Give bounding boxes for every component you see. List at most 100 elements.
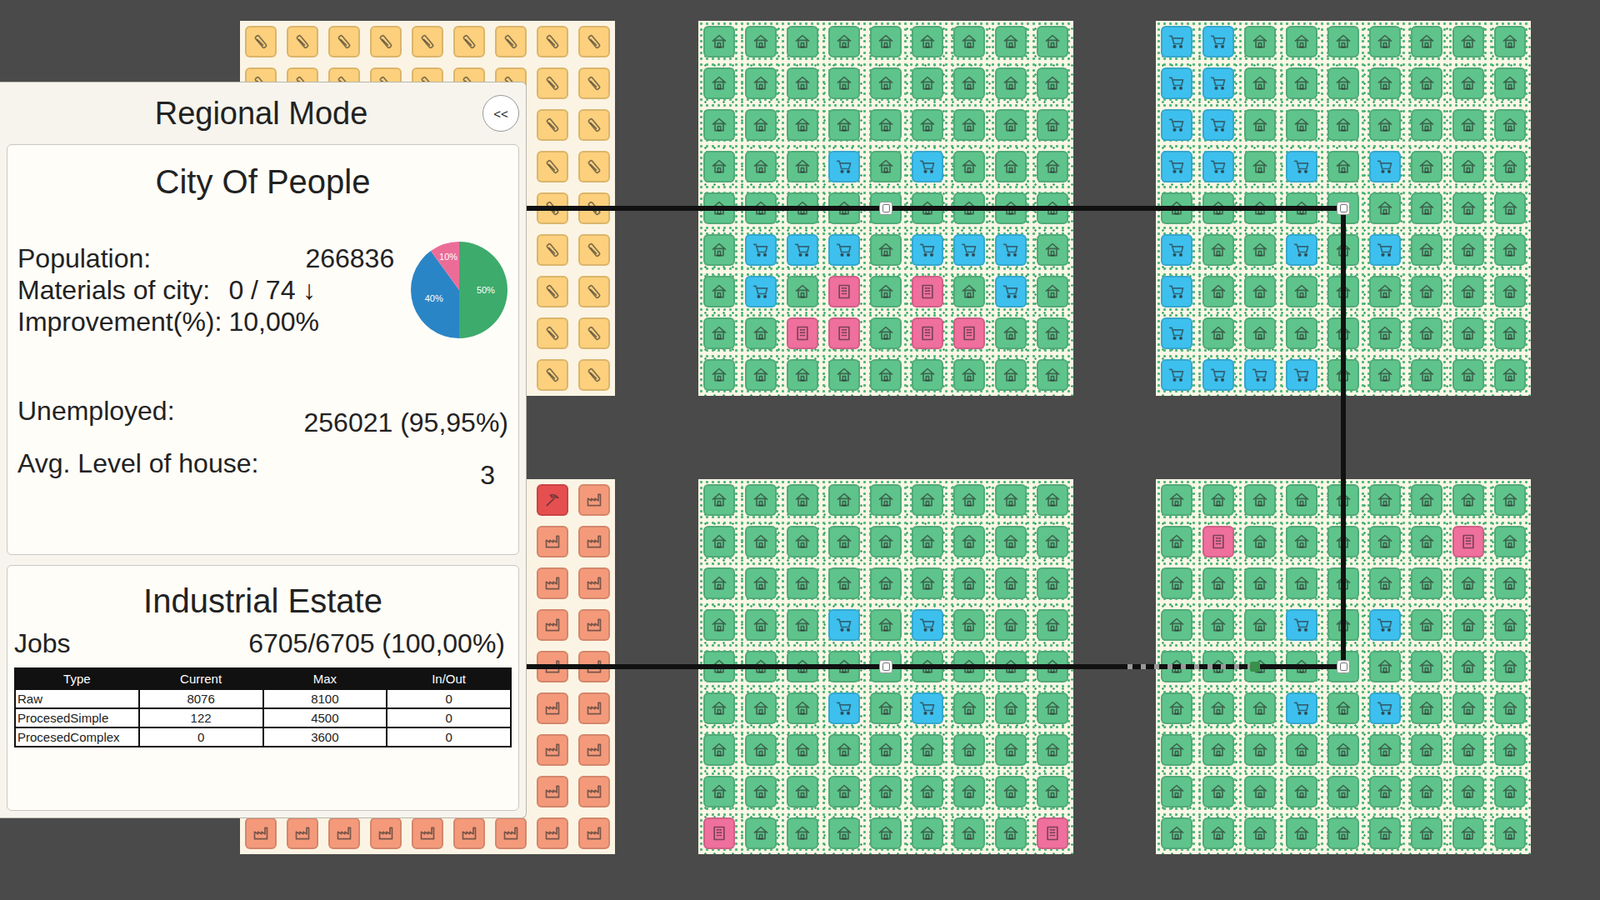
house-tile[interactable] [1285,317,1318,350]
station-icon[interactable] [879,201,893,215]
shop-tile[interactable] [745,275,777,308]
house-tile[interactable] [1369,734,1401,766]
house-tile[interactable] [995,525,1027,558]
house-tile[interactable] [1410,775,1443,808]
house-tile[interactable] [1036,67,1069,100]
shop-tile[interactable] [828,692,860,725]
house-tile[interactable] [745,734,777,766]
house-tile[interactable] [703,67,735,100]
house-tile[interactable] [786,775,819,808]
house-tile[interactable] [1285,484,1318,516]
house-tile[interactable] [1202,734,1235,766]
house-tile[interactable] [786,567,819,600]
shop-tile[interactable] [1285,609,1318,641]
resource-tile[interactable] [245,25,277,58]
house-tile[interactable] [1244,234,1276,266]
house-tile[interactable] [1410,650,1443,683]
house-tile[interactable] [870,25,902,58]
house-tile[interactable] [1410,109,1443,141]
factory-tile[interactable] [536,775,569,808]
house-tile[interactable] [1036,484,1069,516]
house-tile[interactable] [1494,275,1526,308]
house-tile[interactable] [703,734,735,766]
house-tile[interactable] [786,109,819,141]
house-tile[interactable] [1494,192,1526,225]
house-tile[interactable] [1369,484,1401,516]
shop-tile[interactable] [1202,109,1235,141]
shop-tile[interactable] [1160,25,1193,58]
house-tile[interactable] [911,359,944,391]
house-tile[interactable] [745,817,777,850]
house-tile[interactable] [1202,692,1235,725]
house-tile[interactable] [1327,25,1360,58]
resource-tile[interactable] [495,25,527,58]
house-tile[interactable] [1369,359,1401,391]
shop-tile[interactable] [1285,359,1318,391]
resource-tile[interactable] [578,109,610,141]
factory-tile[interactable] [578,525,610,558]
resource-tile[interactable] [536,234,569,266]
house-tile[interactable] [1410,275,1443,308]
mine-tile[interactable] [536,484,569,516]
house-tile[interactable] [911,775,944,808]
house-tile[interactable] [1452,67,1485,100]
shop-tile[interactable] [1202,150,1235,183]
house-tile[interactable] [1452,109,1485,141]
house-tile[interactable] [786,359,819,391]
resource-tile[interactable] [578,317,610,350]
house-tile[interactable] [828,359,860,391]
house-tile[interactable] [953,109,985,141]
house-tile[interactable] [828,567,860,600]
house-tile[interactable] [1036,567,1069,600]
house-tile[interactable] [1244,67,1276,100]
shop-tile[interactable] [1160,317,1193,350]
shop-tile[interactable] [1202,25,1235,58]
house-tile[interactable] [1494,692,1526,725]
house-tile[interactable] [1494,567,1526,600]
house-tile[interactable] [1327,67,1360,100]
shop-tile[interactable] [911,609,944,641]
house-tile[interactable] [870,817,902,850]
house-tile[interactable] [1160,775,1193,808]
house-tile[interactable] [1202,817,1235,850]
office-tile[interactable] [828,317,860,350]
house-tile[interactable] [1244,150,1276,183]
house-tile[interactable] [1410,567,1443,600]
house-tile[interactable] [953,484,985,516]
house-tile[interactable] [1494,734,1526,766]
house-tile[interactable] [1452,567,1485,600]
station-icon[interactable] [1336,660,1350,674]
house-tile[interactable] [995,25,1027,58]
house-tile[interactable] [1160,817,1193,850]
house-tile[interactable] [1036,109,1069,141]
factory-tile[interactable] [578,775,610,808]
house-tile[interactable] [953,734,985,766]
house-tile[interactable] [1494,484,1526,516]
shop-tile[interactable] [911,234,944,266]
house-tile[interactable] [1036,234,1069,266]
resource-tile[interactable] [578,150,610,183]
factory-tile[interactable] [286,817,319,850]
house-tile[interactable] [1369,67,1401,100]
house-tile[interactable] [786,25,819,58]
house-tile[interactable] [953,525,985,558]
house-tile[interactable] [870,275,902,308]
house-tile[interactable] [995,67,1027,100]
house-tile[interactable] [1494,109,1526,141]
office-tile[interactable] [953,317,985,350]
house-tile[interactable] [995,484,1027,516]
house-tile[interactable] [911,109,944,141]
resource-tile[interactable] [536,317,569,350]
house-tile[interactable] [870,109,902,141]
house-tile[interactable] [995,567,1027,600]
shop-tile[interactable] [1160,234,1193,266]
house-tile[interactable] [870,775,902,808]
office-tile[interactable] [911,317,944,350]
house-tile[interactable] [1244,567,1276,600]
house-tile[interactable] [703,609,735,641]
house-tile[interactable] [1494,525,1526,558]
factory-tile[interactable] [245,817,277,850]
factory-tile[interactable] [578,609,610,641]
house-tile[interactable] [786,734,819,766]
shop-tile[interactable] [828,150,860,183]
